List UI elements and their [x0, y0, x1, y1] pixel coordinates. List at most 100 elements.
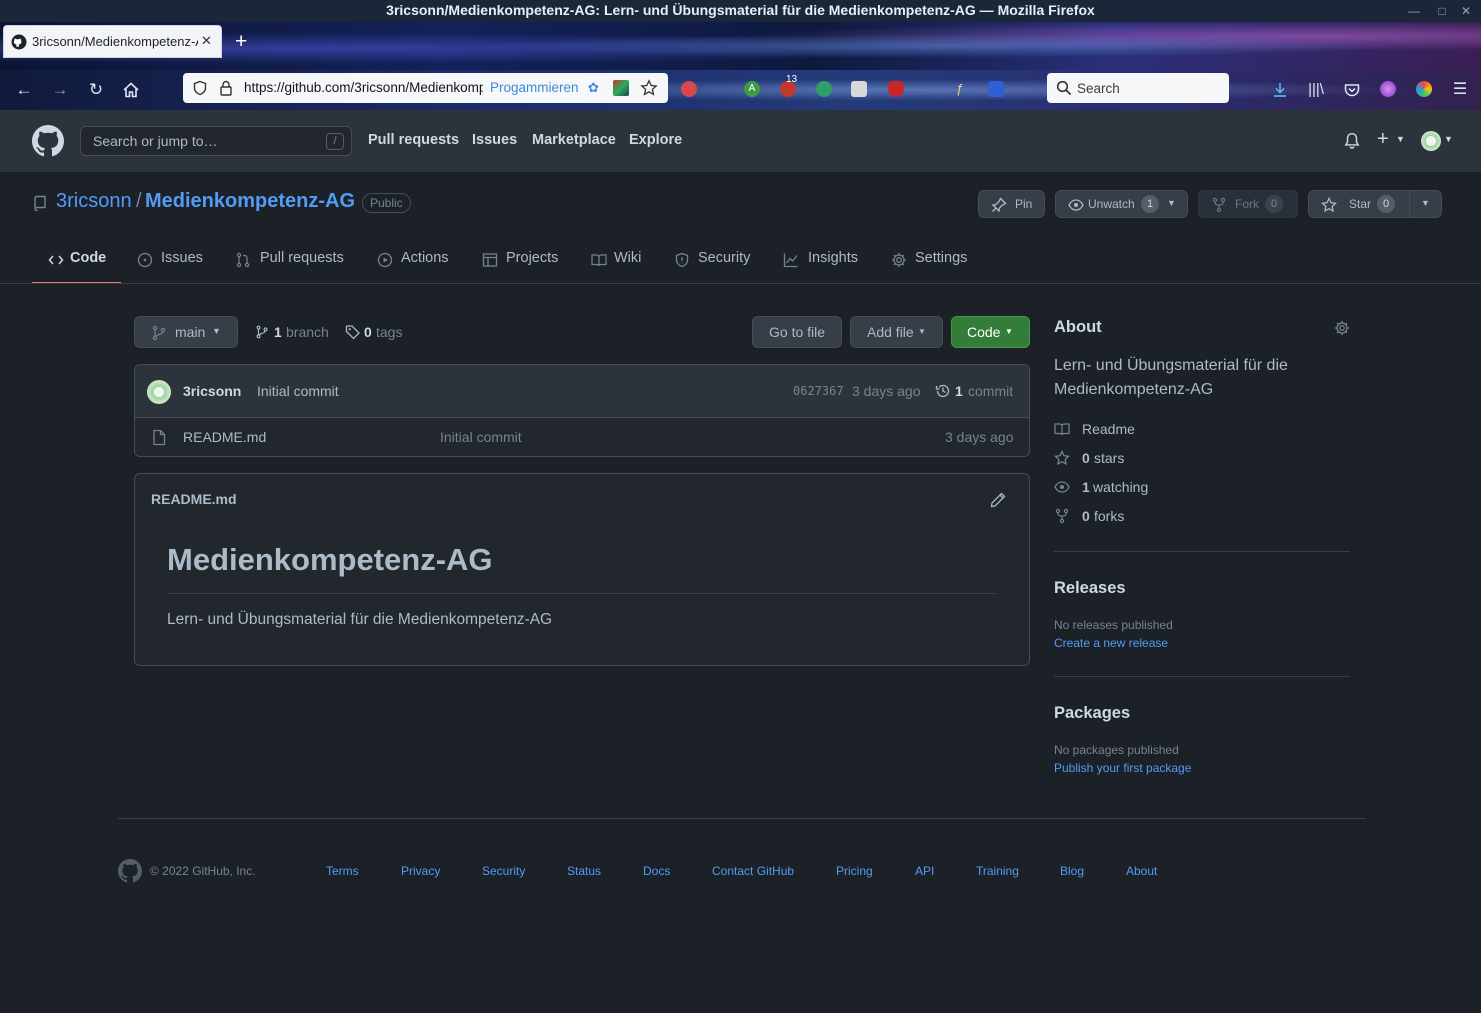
url-bar[interactable]: https://github.com/3ricsonn/Medienkompet…	[183, 73, 668, 103]
repo-path-separator: /	[136, 190, 142, 212]
repo-owner-link[interactable]: 3ricsonn	[56, 190, 132, 213]
extension-refresh-icon[interactable]	[816, 81, 832, 97]
file-name[interactable]: README.md	[183, 429, 266, 445]
user-menu-caret-icon[interactable]: ▼	[1444, 134, 1453, 144]
tab-strip: 3ricsonn/Medienkompetenz-AG: Lern- und Ü…	[0, 22, 1481, 70]
star-lists-caret-icon[interactable]: ▼	[1421, 198, 1430, 208]
footer-link-blog[interactable]: Blog	[1060, 864, 1084, 878]
packages-title[interactable]: Packages	[1054, 704, 1130, 723]
maximize-icon[interactable]: □	[1434, 3, 1450, 19]
home-icon[interactable]	[122, 81, 140, 99]
footer-link-training[interactable]: Training	[976, 864, 1019, 878]
star-button-divider	[1409, 191, 1410, 217]
commit-count-label[interactable]: commit	[968, 383, 1013, 399]
create-new-plus-icon[interactable]: +	[1377, 128, 1389, 151]
unwatch-caret-icon[interactable]: ▼	[1167, 198, 1176, 208]
edit-pencil-icon[interactable]	[990, 492, 1006, 508]
releases-title[interactable]: Releases	[1054, 579, 1126, 598]
nav-pull-requests[interactable]: Pull requests	[368, 132, 459, 148]
about-watching-count: 1	[1082, 479, 1090, 495]
reload-icon[interactable]: ↻	[86, 80, 106, 100]
extension-car-icon[interactable]	[851, 81, 867, 97]
notification-bell-icon[interactable]	[1343, 132, 1361, 150]
browser-tab[interactable]: 3ricsonn/Medienkompetenz-AG: Lern- und Ü…	[3, 25, 222, 58]
forward-arrow-icon[interactable]: →	[50, 80, 70, 100]
extension-s-icon[interactable]	[1416, 81, 1432, 97]
file-row[interactable]: README.md Initial commit 3 days ago	[135, 419, 1029, 457]
book-icon	[1054, 423, 1070, 436]
footer-github-logo-icon[interactable]	[118, 859, 142, 883]
about-settings-gear-icon[interactable]	[1334, 320, 1350, 336]
nav-explore[interactable]: Explore	[629, 132, 682, 148]
github-logo-icon[interactable]	[32, 125, 64, 157]
bookmark-folder-label[interactable]: Progammieren	[490, 80, 579, 95]
library-icon[interactable]: |||\	[1306, 80, 1326, 100]
tab-wiki-label: Wiki	[614, 250, 642, 266]
branch-select-button[interactable]: main ▼	[134, 316, 238, 348]
extension-a-icon[interactable]: A	[744, 81, 760, 97]
branch-icon	[152, 325, 166, 341]
user-avatar[interactable]	[1421, 131, 1441, 151]
extension-blue-icon[interactable]	[988, 81, 1004, 97]
commit-count[interactable]: 1	[955, 383, 963, 399]
browser-search-placeholder: Search	[1077, 81, 1120, 96]
commit-author[interactable]: 3ricsonn	[183, 383, 241, 399]
close-window-icon[interactable]: ✕	[1458, 3, 1474, 19]
tab-settings-label: Settings	[915, 250, 968, 266]
footer-link-about[interactable]: About	[1126, 864, 1157, 878]
readme-filename[interactable]: README.md	[151, 491, 237, 507]
footer-link-api[interactable]: API	[915, 864, 934, 878]
add-file-button[interactable]: Add file ▼	[850, 316, 943, 348]
branch-count-label: branch	[286, 324, 329, 340]
extension-red-shield-icon[interactable]	[888, 81, 904, 97]
commit-author-avatar[interactable]	[147, 380, 171, 404]
minimize-icon[interactable]: —	[1406, 3, 1422, 19]
commit-time: 3 days ago	[852, 383, 921, 399]
create-new-caret-icon[interactable]: ▼	[1396, 134, 1405, 144]
extension-script-icon[interactable]: ƒ	[952, 81, 968, 97]
lock-icon[interactable]	[219, 80, 233, 96]
tab-close-icon[interactable]: ✕	[201, 33, 212, 49]
pull-request-icon	[236, 252, 250, 268]
github-search-input[interactable]: Search or jump to… /	[80, 126, 352, 156]
unwatch-button[interactable]: Unwatch 1 ▼	[1055, 190, 1188, 218]
releases-empty-text: No releases published	[1054, 618, 1173, 632]
publish-package-link[interactable]: Publish your first package	[1054, 761, 1191, 775]
create-release-link[interactable]: Create a new release	[1054, 636, 1168, 650]
commit-sha[interactable]: 0627367	[793, 384, 844, 398]
downloads-icon[interactable]	[1271, 81, 1289, 99]
browser-search-bar[interactable]: Search	[1047, 73, 1229, 103]
nav-issues[interactable]: Issues	[472, 132, 517, 148]
code-icon	[48, 255, 64, 265]
nav-marketplace[interactable]: Marketplace	[532, 132, 616, 148]
footer-link-security[interactable]: Security	[482, 864, 525, 878]
code-caret-icon: ▼	[1005, 327, 1013, 336]
fingerprint-icon[interactable]: ✿	[588, 80, 600, 96]
back-arrow-icon[interactable]: ←	[14, 80, 34, 100]
new-tab-plus-icon[interactable]: +	[235, 31, 247, 52]
code-dropdown-button[interactable]: Code ▼	[951, 316, 1030, 348]
pin-button[interactable]: Pin	[978, 190, 1045, 218]
shield-icon[interactable]	[192, 80, 208, 96]
account-avatar-icon[interactable]	[1380, 81, 1396, 97]
url-text[interactable]: https://github.com/3ricsonn/Medienkompet…	[244, 80, 483, 97]
footer-link-terms[interactable]: Terms	[326, 864, 359, 878]
tab-issues-label: Issues	[161, 250, 203, 266]
pocket-icon[interactable]	[1343, 81, 1361, 99]
footer-link-pricing[interactable]: Pricing	[836, 864, 873, 878]
extension-shield-icon[interactable]	[613, 80, 629, 96]
actions-play-icon	[377, 252, 393, 268]
repo-name-link[interactable]: Medienkompetenz-AG	[145, 190, 355, 213]
footer-link-contact[interactable]: Contact GitHub	[712, 864, 794, 878]
hamburger-menu-icon[interactable]: ☰	[1450, 80, 1470, 100]
file-commit-message[interactable]: Initial commit	[440, 429, 522, 445]
star-button[interactable]: Star 0 ▼	[1308, 190, 1442, 218]
footer-link-privacy[interactable]: Privacy	[401, 864, 440, 878]
footer-link-docs[interactable]: Docs	[643, 864, 670, 878]
bookmark-star-icon[interactable]	[640, 79, 658, 97]
commit-message[interactable]: Initial commit	[257, 383, 339, 399]
go-to-file-button[interactable]: Go to file	[752, 316, 842, 348]
footer-link-status[interactable]: Status	[567, 864, 601, 878]
fork-button[interactable]: Fork 0	[1198, 190, 1298, 218]
ublock-icon[interactable]	[681, 81, 697, 97]
